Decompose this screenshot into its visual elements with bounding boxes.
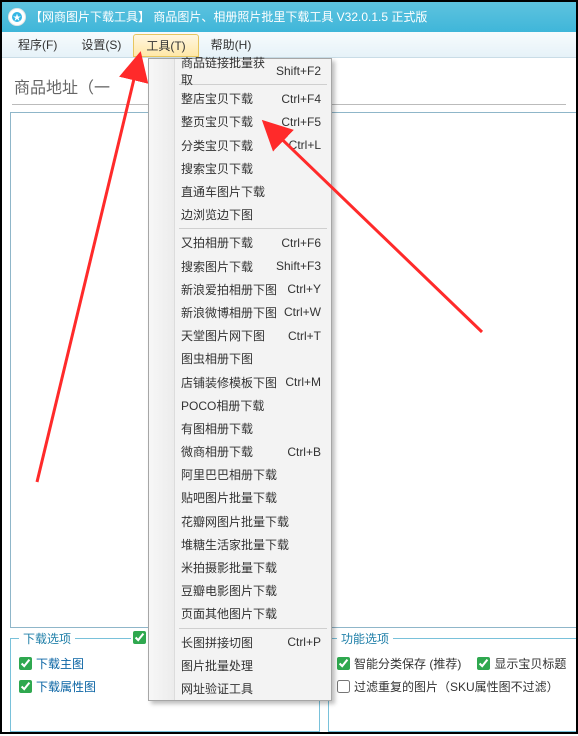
- dropdown-item-shortcut: Shift+F2: [276, 64, 321, 78]
- dropdown-item[interactable]: 图虫相册下图: [149, 347, 331, 370]
- dropdown-item[interactable]: 搜索图片下载 Shift+F3: [149, 255, 331, 278]
- chk-download-attr[interactable]: 下载属性图: [19, 678, 96, 695]
- dropdown-item[interactable]: 整店宝贝下载 Ctrl+F4: [149, 87, 331, 110]
- chk-download-main[interactable]: 下载主图: [19, 655, 84, 672]
- dropdown-item[interactable]: 米拍摄影批量下载: [149, 556, 331, 579]
- dropdown-item-shortcut: Ctrl+P: [287, 635, 321, 649]
- dropdown-item[interactable]: 直通车图片下载: [149, 180, 331, 203]
- dropdown-item-label: 搜索图片下载: [181, 258, 253, 275]
- dropdown-item[interactable]: 微商相册下载 Ctrl+B: [149, 440, 331, 463]
- dropdown-item[interactable]: 整页宝贝下载 Ctrl+F5: [149, 110, 331, 133]
- chk-smart-sort[interactable]: 智能分类保存 (推荐): [337, 655, 461, 672]
- chk-download-attr-box[interactable]: [19, 680, 32, 693]
- dropdown-item-label: 有图相册下载: [181, 420, 253, 437]
- dropdown-item[interactable]: 页面其他图片下载: [149, 602, 331, 625]
- dropdown-item-label: 分类宝贝下载: [181, 137, 253, 154]
- dropdown-item[interactable]: 又拍相册下载 Ctrl+F6: [149, 231, 331, 254]
- dropdown-item-shortcut: Ctrl+F6: [281, 236, 321, 250]
- dropdown-item-label: 图虫相册下图: [181, 350, 253, 367]
- dropdown-item-shortcut: Shift+F3: [276, 259, 321, 273]
- dropdown-item-label: 又拍相册下载: [181, 234, 253, 251]
- dropdown-item-shortcut: Ctrl+B: [287, 445, 321, 459]
- dropdown-item-label: POCO相册下载: [181, 397, 264, 414]
- chk-show-title[interactable]: 显示宝贝标题: [477, 655, 566, 672]
- chk-download-main-box[interactable]: [19, 657, 32, 670]
- dropdown-item-shortcut: Ctrl+L: [289, 138, 321, 152]
- tools-dropdown: 商品链接批量获取Shift+F2 整店宝贝下载 Ctrl+F4 整页宝贝下载 Ctrl+…: [148, 58, 332, 701]
- dropdown-item[interactable]: 边浏览边下图: [149, 203, 331, 226]
- dropdown-item[interactable]: 有图相册下载: [149, 417, 331, 440]
- chk-smart-sort-box[interactable]: [337, 657, 350, 670]
- chk-partial-top-box[interactable]: [133, 631, 146, 644]
- dropdown-item[interactable]: 花瓣网图片批量下载: [149, 510, 331, 533]
- dropdown-item[interactable]: 豆瓣电影图片下载: [149, 579, 331, 602]
- dropdown-separator: [179, 628, 327, 629]
- dropdown-item[interactable]: 天堂图片网下图 Ctrl+T: [149, 324, 331, 347]
- dropdown-item-label: 贴吧图片批量下载: [181, 489, 277, 506]
- dropdown-item[interactable]: 网址验证工具: [149, 677, 331, 700]
- dropdown-item-label: 页面其他图片下载: [181, 605, 277, 622]
- dropdown-item-shortcut: Ctrl+M: [285, 375, 321, 389]
- dropdown-item[interactable]: 新浪微博相册下图 Ctrl+W: [149, 301, 331, 324]
- dropdown-separator: [179, 228, 327, 229]
- func-legend: 功能选项: [337, 630, 393, 647]
- dropdown-item[interactable]: 堆糖生活家批量下载: [149, 533, 331, 556]
- dropdown-item[interactable]: 图片批量处理: [149, 654, 331, 677]
- dropdown-item[interactable]: 长图拼接切图 Ctrl+P: [149, 631, 331, 654]
- dropdown-item-label: 新浪爱拍相册下图: [181, 281, 277, 298]
- dropdown-item-label: 微商相册下载: [181, 443, 253, 460]
- download-legend: 下载选项: [19, 630, 75, 647]
- dropdown-item-label: 花瓣网图片批量下载: [181, 513, 289, 530]
- dropdown-item-label: 阿里巴巴相册下载: [181, 466, 277, 483]
- dropdown-item-label: 堆糖生活家批量下载: [181, 536, 289, 553]
- dropdown-item-label: 店铺装修模板下图: [181, 374, 277, 391]
- dropdown-item-shortcut: Ctrl+F4: [281, 92, 321, 106]
- menubar: 程序(F) 设置(S) 工具(T) 帮助(H): [2, 32, 576, 58]
- dropdown-item[interactable]: 新浪爱拍相册下图 Ctrl+Y: [149, 278, 331, 301]
- dropdown-item-shortcut: Ctrl+F5: [281, 115, 321, 129]
- titlebar-text: 【网商图片下载工具】 商品图片、相册照片批里下载工具 V32.0.1.5 正式版: [30, 2, 427, 32]
- dropdown-item-label: 整店宝贝下载: [181, 90, 253, 107]
- dropdown-item[interactable]: 阿里巴巴相册下载: [149, 463, 331, 486]
- dropdown-item-label: 整页宝贝下载: [181, 113, 253, 130]
- dropdown-item[interactable]: 分类宝贝下载 Ctrl+L: [149, 134, 331, 157]
- function-options-panel: 功能选项 智能分类保存 (推荐) 显示宝贝标题 过滤重复的图片（SKU属性图不过…: [328, 638, 576, 732]
- dropdown-item-label: 网址验证工具: [181, 680, 253, 697]
- dropdown-item-shortcut: Ctrl+W: [284, 305, 321, 319]
- dropdown-item[interactable]: 搜索宝贝下载: [149, 157, 331, 180]
- chk-filter-dup[interactable]: 过滤重复的图片（SKU属性图不过滤）: [337, 678, 559, 695]
- dropdown-item-label: 边浏览边下图: [181, 206, 253, 223]
- titlebar: 【网商图片下载工具】 商品图片、相册照片批里下载工具 V32.0.1.5 正式版: [2, 2, 576, 32]
- menu-program[interactable]: 程序(F): [6, 32, 69, 57]
- dropdown-item[interactable]: 商品链接批量获取Shift+F2: [149, 59, 331, 82]
- dropdown-item-label: 商品链接批量获取: [181, 54, 276, 88]
- dropdown-item-label: 新浪微博相册下图: [181, 304, 277, 321]
- chk-filter-dup-box[interactable]: [337, 680, 350, 693]
- dropdown-item[interactable]: POCO相册下载: [149, 394, 331, 417]
- dropdown-item-label: 天堂图片网下图: [181, 327, 265, 344]
- chk-show-title-box[interactable]: [477, 657, 490, 670]
- dropdown-item-label: 豆瓣电影图片下载: [181, 582, 277, 599]
- dropdown-item-shortcut: Ctrl+Y: [287, 282, 321, 296]
- dropdown-item-label: 直通车图片下载: [181, 183, 265, 200]
- menu-settings[interactable]: 设置(S): [69, 32, 133, 57]
- app-logo-icon: [8, 8, 26, 26]
- dropdown-item-label: 长图拼接切图: [181, 634, 253, 651]
- dropdown-item-shortcut: Ctrl+T: [288, 329, 321, 343]
- dropdown-item-label: 米拍摄影批量下载: [181, 559, 277, 576]
- dropdown-item-label: 搜索宝贝下载: [181, 160, 253, 177]
- dropdown-item[interactable]: 贴吧图片批量下载: [149, 486, 331, 509]
- dropdown-item-label: 图片批量处理: [181, 657, 253, 674]
- dropdown-item[interactable]: 店铺装修模板下图 Ctrl+M: [149, 370, 331, 393]
